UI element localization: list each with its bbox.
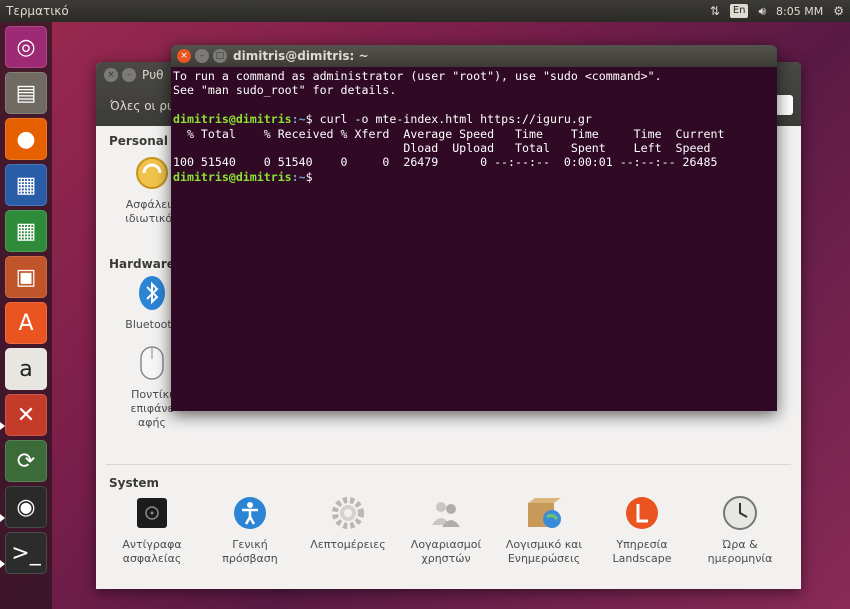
settings-window-title: Ρυθ	[142, 68, 164, 82]
prompt-user: dimitris@dimitris	[173, 169, 292, 184]
security-privacy-icon	[133, 154, 171, 192]
libreoffice-calc-icon[interactable]: ▦	[5, 210, 47, 252]
users-icon	[427, 494, 465, 532]
running-indicator	[0, 514, 5, 522]
item-label: ασφαλείας	[122, 552, 182, 565]
section-system: System	[109, 476, 159, 490]
item-label: Ώρα &	[722, 538, 758, 551]
active-app-title: Τερματικό	[6, 4, 69, 18]
indicator-area: ⇅ En 🔊︎ 8:05 ΜΜ ⚙	[710, 0, 844, 22]
section-hardware: Hardware	[109, 257, 175, 271]
settings-icon[interactable]: ✕	[5, 394, 47, 436]
running-indicator	[0, 422, 5, 430]
files-icon[interactable]: ▤	[5, 72, 47, 114]
software-center-icon[interactable]: A	[5, 302, 47, 344]
terminal-titlebar: × – □ dimitris@dimitris: ~	[171, 45, 777, 67]
maximize-icon[interactable]: □	[213, 49, 227, 63]
terminal-line: 100 51540 0 51540 0 0 26479 0 --:--:-- 0…	[173, 155, 718, 170]
settings-item-user-accounts[interactable]: Λογαριασμοί χρηστών	[396, 494, 496, 566]
firefox-icon[interactable]: ●	[5, 118, 47, 160]
item-label: Landscape	[612, 552, 672, 565]
section-personal: Personal	[109, 134, 168, 148]
ubuntu-logo-icon[interactable]: ◎	[5, 26, 47, 68]
backups-icon[interactable]: ◉	[5, 486, 47, 528]
software-updates-icon	[525, 494, 563, 532]
command-text: curl -o mte-index.html https://iguru.gr	[319, 112, 592, 127]
minimize-icon[interactable]: –	[195, 49, 209, 63]
volume-icon[interactable]: 🔊︎	[758, 4, 766, 19]
backups-icon	[133, 494, 171, 532]
item-label: Αντίγραφα	[122, 538, 182, 551]
terminal-window: × – □ dimitris@dimitris: ~ To run a comm…	[171, 45, 777, 411]
landscape-icon	[623, 494, 661, 532]
item-label: Λεπτομέρειες	[310, 538, 386, 551]
clock-icon	[721, 494, 759, 532]
section-divider	[106, 464, 791, 465]
power-icon[interactable]: ⚙	[833, 4, 844, 18]
prompt-path: :~	[291, 112, 306, 127]
item-label: χρηστών	[421, 552, 471, 565]
prompt-user: dimitris@dimitris	[173, 112, 292, 127]
all-settings-button[interactable]: Όλες οι ρυ	[110, 99, 174, 113]
settings-item-universal-access[interactable]: Γενική πρόσβαση	[200, 494, 300, 566]
settings-item-details[interactable]: Λεπτομέρειες	[298, 494, 398, 552]
accessibility-icon	[231, 494, 269, 532]
terminal-output[interactable]: To run a command as administrator (user …	[171, 67, 777, 186]
libreoffice-writer-icon[interactable]: ▦	[5, 164, 47, 206]
mouse-icon	[133, 344, 171, 382]
terminal-line: See "man sudo_root" for details.	[173, 83, 397, 98]
terminal-line: To run a command as administrator (user …	[173, 69, 662, 83]
settings-item-backups[interactable]: Αντίγραφα ασφαλείας	[102, 494, 202, 566]
amazon-icon[interactable]: a	[5, 348, 47, 390]
minimize-icon[interactable]: –	[122, 68, 136, 82]
running-indicator	[0, 560, 5, 568]
libreoffice-impress-icon[interactable]: ▣	[5, 256, 47, 298]
prompt-symbol: $	[305, 169, 313, 184]
item-label: Υπηρεσία	[616, 538, 668, 551]
close-icon[interactable]: ×	[177, 49, 191, 63]
network-icon[interactable]: ⇅	[710, 4, 720, 18]
prompt-symbol: $	[305, 112, 320, 127]
item-label: πρόσβαση	[222, 552, 278, 565]
item-label: Λογαριασμοί	[410, 538, 482, 551]
software-updater-icon[interactable]: ⟳	[5, 440, 47, 482]
item-label: Γενική	[232, 538, 268, 551]
item-label: αφής	[138, 416, 166, 429]
item-label: Ενημερώσεις	[507, 552, 581, 565]
prompt-path: :~	[291, 169, 306, 184]
top-panel: Τερματικό ⇅ En 🔊︎ 8:05 ΜΜ ⚙	[0, 0, 850, 22]
bluetooth-icon	[133, 274, 171, 312]
settings-item-time-date[interactable]: Ώρα & ημερομηνία	[690, 494, 790, 566]
settings-item-landscape[interactable]: Υπηρεσία Landscape	[592, 494, 692, 566]
terminal-line: Dload Upload Total Spent Left Speed	[173, 141, 711, 156]
item-label: Λογισμικό και	[505, 538, 583, 551]
item-label: ημερομηνία	[707, 552, 773, 565]
command-line: dimitris@dimitris:~$ curl -o mte-index.h…	[173, 112, 775, 126]
terminal-line: % Total % Received % Xferd Average Speed…	[173, 126, 725, 141]
keyboard-layout-indicator[interactable]: En	[729, 4, 749, 18]
launcher: ◎ ▤ ● ▦ ▦ ▣ A a ✕ ⟳ ◉ >_	[0, 22, 52, 609]
command-line: dimitris@dimitris:~$	[173, 170, 775, 184]
terminal-title: dimitris@dimitris: ~	[233, 49, 369, 63]
terminal-icon[interactable]: >_	[5, 532, 47, 574]
close-icon[interactable]: ×	[104, 68, 118, 82]
settings-item-software-updates[interactable]: Λογισμικό και Ενημερώσεις	[494, 494, 594, 566]
clock[interactable]: 8:05 ΜΜ	[776, 5, 823, 18]
gear-icon	[329, 494, 367, 532]
